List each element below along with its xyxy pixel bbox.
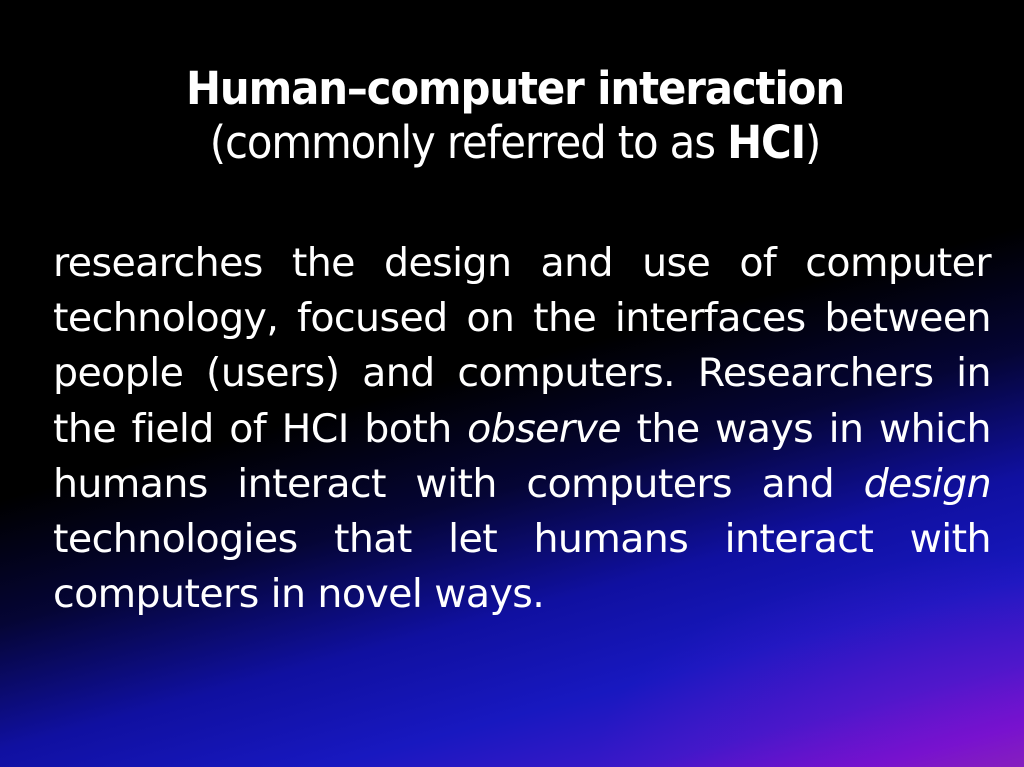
title-subtitle: (commonly referred to as HCI) [36,116,994,170]
subtitle-acronym: HCI [727,116,806,169]
subtitle-suffix: ) [805,116,821,169]
body-part-3: technologies that let humans interact wi… [53,516,992,618]
slide: Human–computer interaction (commonly ref… [0,0,1024,767]
body-italic-observe: observe [467,405,621,452]
slide-body-text: researches the design and use of compute… [53,236,992,622]
subtitle-prefix: (commonly referred to as [209,116,728,169]
title-main: Human–computer interaction [185,62,845,115]
body-italic-design: design [863,460,992,507]
slide-title: Human–computer interaction (commonly ref… [0,62,1024,170]
